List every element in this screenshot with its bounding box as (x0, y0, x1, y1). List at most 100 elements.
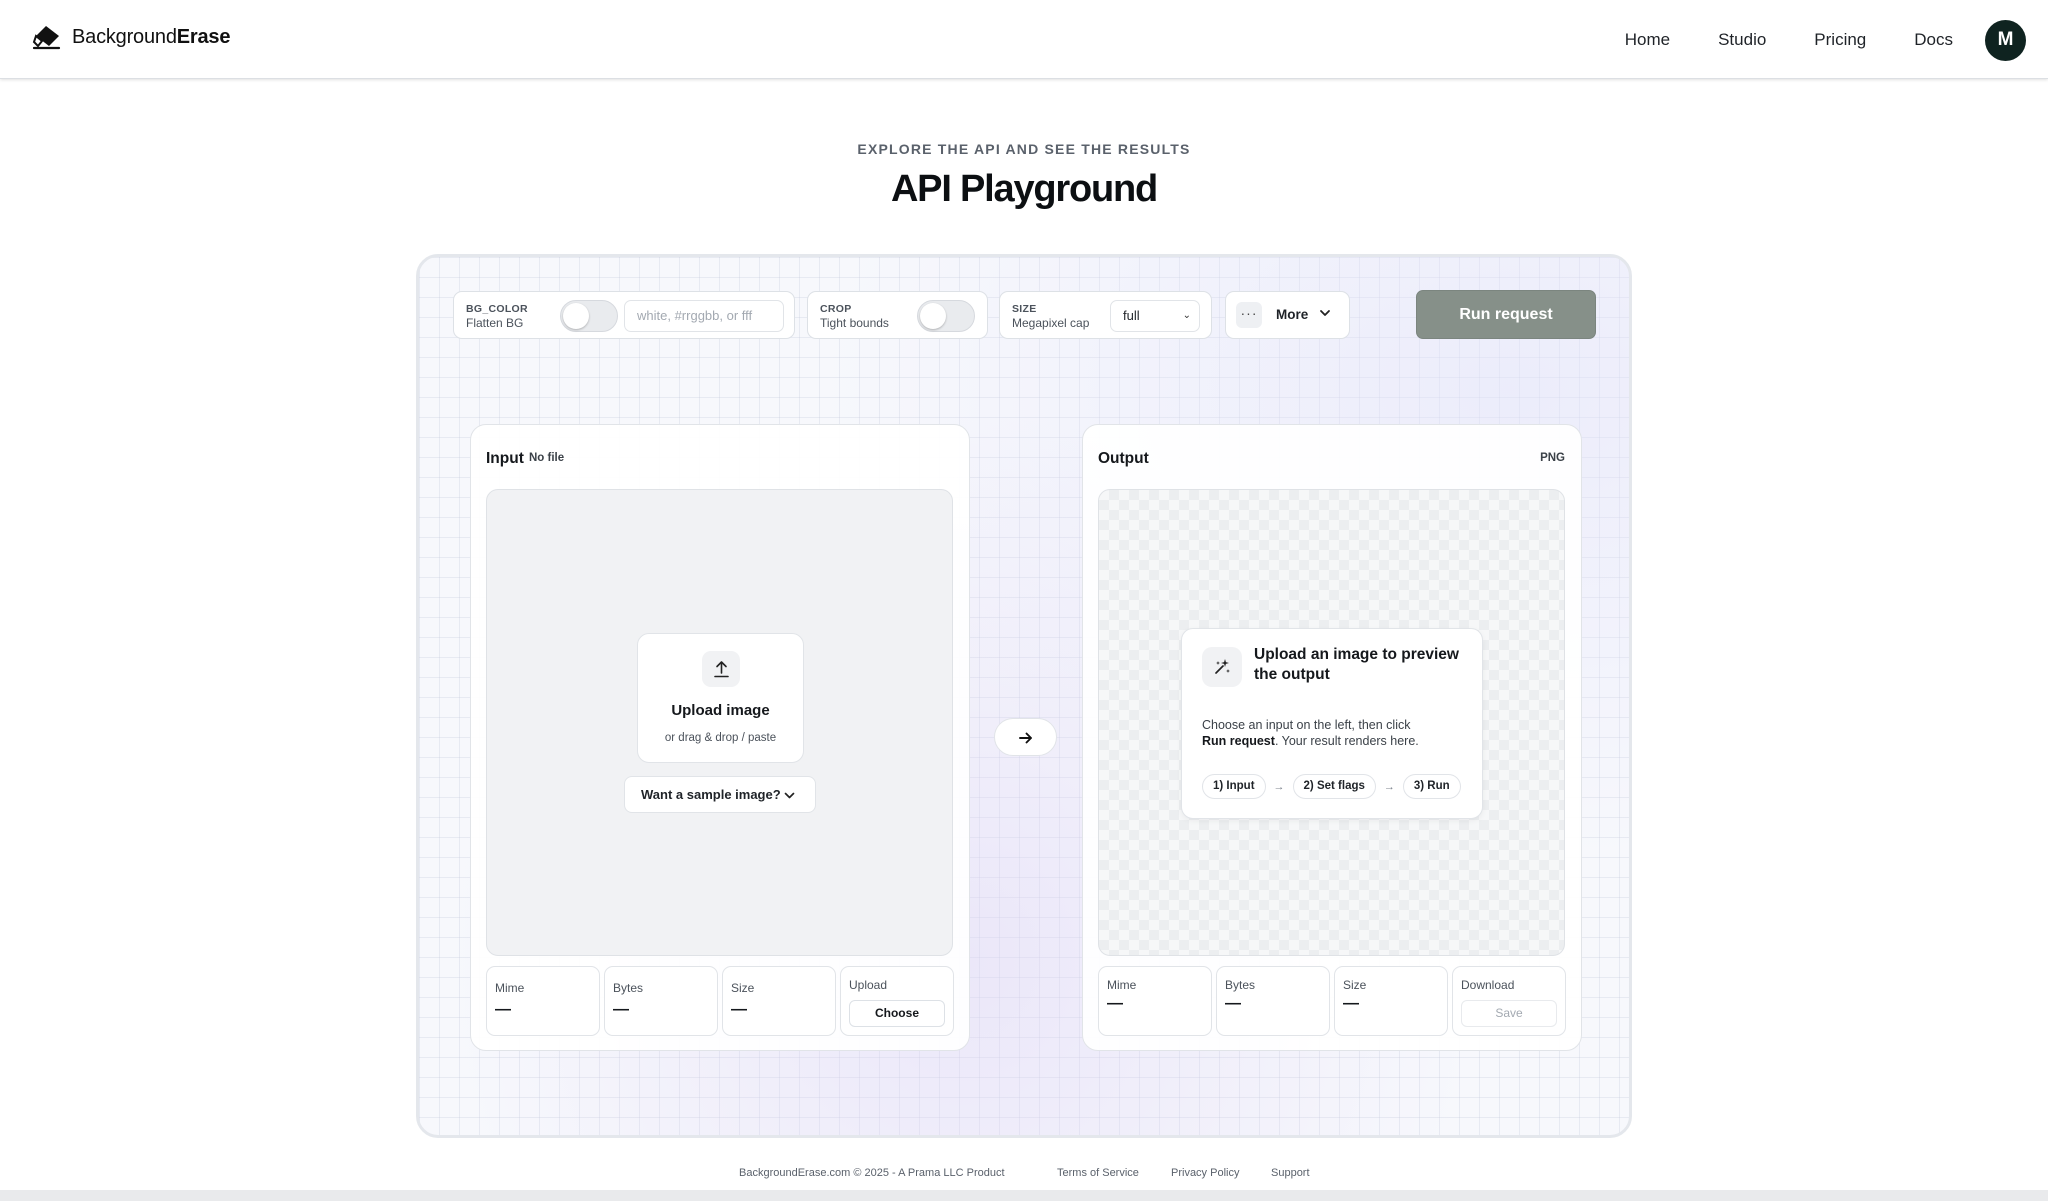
bg-color-input[interactable]: white, #rrggbb, or fff (624, 300, 784, 332)
upload-image-button[interactable]: Upload image or drag & drop / paste (637, 633, 804, 763)
chevron-down-icon: ⌄ (1182, 310, 1191, 321)
crop-key: CROP (820, 303, 852, 315)
stat-label: Mime (1107, 978, 1137, 992)
stat-value: — (495, 1001, 511, 1018)
output-title: Output (1098, 450, 1149, 467)
step-input: 1) Input (1202, 774, 1266, 799)
crop-sub: Tight bounds (820, 316, 889, 330)
preview-title: Upload an image to preview the output (1254, 646, 1459, 683)
output-format-badge: PNG (1540, 452, 1565, 464)
output-stats: Mime — Bytes — Size — Download Save (1098, 966, 1566, 1036)
crop-control: CROP Tight bounds (807, 291, 988, 339)
footer-support-link[interactable]: Support (1271, 1167, 1310, 1179)
page-eyebrow: EXPLORE THE API AND SEE THE RESULTS (857, 141, 1191, 157)
upload-icon (702, 651, 740, 687)
preview-icon (1202, 647, 1242, 687)
bg-color-toggle[interactable] (560, 300, 618, 332)
brand-name: BackgroundErase (72, 26, 230, 49)
stat-value: — (1343, 995, 1359, 1012)
stat-label: Bytes (1225, 978, 1256, 992)
upload-title: Upload image (671, 702, 770, 719)
bg-color-control: BG_COLOR Flatten BG white, #rrggbb, or f… (453, 291, 795, 339)
size-select-value: full (1123, 308, 1140, 323)
bg-color-sub: Flatten BG (466, 316, 524, 330)
step-arrow-icon: → (1273, 780, 1285, 793)
stat-label: Bytes (613, 981, 644, 995)
chevron-down-icon (1320, 310, 1330, 316)
eraser-icon (32, 26, 61, 50)
more-label: More (1276, 307, 1309, 322)
brand-name-regular: Background (72, 25, 177, 48)
output-bytes-stat: Bytes — (1216, 966, 1330, 1036)
upload-subtitle: or drag & drop / paste (664, 732, 777, 744)
input-card: Input No file Upload image or drag & dro… (470, 424, 970, 1051)
size-key: SIZE (1012, 303, 1037, 315)
run-request-button[interactable]: Run request (1416, 290, 1596, 339)
input-title: Input (486, 450, 524, 467)
footer-privacy-link[interactable]: Privacy Policy (1171, 1167, 1239, 1179)
input-drop-zone[interactable]: Upload image or drag & drop / paste Want… (486, 489, 953, 956)
stat-label: Size (1343, 978, 1367, 992)
input-stats: Mime — Bytes — Size — Upload Choose (486, 966, 954, 1036)
toggle-knob (563, 303, 589, 329)
stat-label: Upload (849, 978, 888, 992)
output-preview-area: Upload an image to preview the output Ch… (1098, 489, 1565, 956)
footer-terms-link[interactable]: Terms of Service (1057, 1167, 1139, 1179)
stat-label: Mime (495, 981, 525, 995)
toggle-knob (920, 303, 946, 329)
input-size-stat: Size — (722, 966, 836, 1036)
preview-body: Choose an input on the left, then click R… (1202, 717, 1472, 749)
preview-body-bold: Run request (1202, 734, 1275, 748)
stat-label: Download (1461, 978, 1515, 992)
preview-body-text: Choose an input on the left, then click (1202, 718, 1411, 732)
crop-label: CROP Tight bounds (820, 303, 889, 330)
input-upload-stat: Upload Choose (840, 966, 954, 1036)
nav-studio[interactable]: Studio (1718, 30, 1766, 50)
brand-logo[interactable]: BackgroundErase (32, 22, 230, 52)
size-select[interactable]: full ⌄ (1110, 300, 1200, 332)
step-run: 3) Run (1402, 774, 1461, 799)
nav-docs[interactable]: Docs (1914, 30, 1953, 50)
choose-file-button[interactable]: Choose (849, 1000, 945, 1027)
size-label: SIZE Megapixel cap (1012, 303, 1089, 330)
chevron-down-icon (784, 792, 795, 799)
stat-value: — (1107, 995, 1123, 1012)
stat-value: — (731, 1001, 747, 1018)
steps-row: 1) Input → 2) Set flags → 3) Run (1202, 774, 1461, 799)
more-dots-icon: ··· (1236, 302, 1262, 328)
bg-color-label: BG_COLOR Flatten BG (466, 303, 528, 330)
output-download-stat: Download Save (1452, 966, 1566, 1036)
step-arrow-icon: → (1383, 780, 1395, 793)
process-arrow-button[interactable] (994, 718, 1057, 756)
top-header: BackgroundErase Home Studio Pricing Docs… (0, 0, 2048, 79)
nav-pricing[interactable]: Pricing (1814, 30, 1866, 50)
stat-value: — (613, 1001, 629, 1018)
playground-panel: BG_COLOR Flatten BG white, #rrggbb, or f… (416, 254, 1632, 1138)
step-set-flags: 2) Set flags (1292, 774, 1376, 799)
sample-image-dropdown[interactable]: Want a sample image? (624, 776, 816, 813)
footer-copyright: BackgroundErase.com © 2025 - A Prama LLC… (739, 1167, 1005, 1179)
input-bytes-stat: Bytes — (604, 966, 718, 1036)
save-button[interactable]: Save (1461, 1000, 1557, 1027)
output-card: Output PNG Upload an image to preview th… (1082, 424, 1582, 1051)
crop-toggle[interactable] (917, 300, 975, 332)
input-file-badge: No file (529, 452, 565, 464)
sparkle-wand-icon (1215, 659, 1230, 674)
preview-body-text: . Your result renders here. (1274, 734, 1419, 748)
input-mime-stat: Mime — (486, 966, 600, 1036)
main-nav: Home Studio Pricing Docs M (1625, 19, 2026, 61)
user-avatar[interactable]: M (1985, 19, 2026, 61)
output-mime-stat: Mime — (1098, 966, 1212, 1036)
bg-color-key: BG_COLOR (466, 303, 528, 315)
size-sub: Megapixel cap (1012, 316, 1090, 330)
size-control: SIZE Megapixel cap full ⌄ (999, 291, 1212, 339)
nav-home[interactable]: Home (1625, 30, 1670, 50)
bottom-strip (0, 1190, 2048, 1201)
page-title: API Playground (890, 168, 1158, 210)
output-empty-state: Upload an image to preview the output Ch… (1181, 628, 1483, 819)
sample-image-label: Want a sample image? (641, 787, 781, 802)
brand-name-bold: Erase (176, 25, 231, 48)
more-button[interactable]: ··· More (1225, 291, 1350, 339)
upload-arrow-icon (714, 661, 729, 678)
stat-value: — (1225, 995, 1241, 1012)
